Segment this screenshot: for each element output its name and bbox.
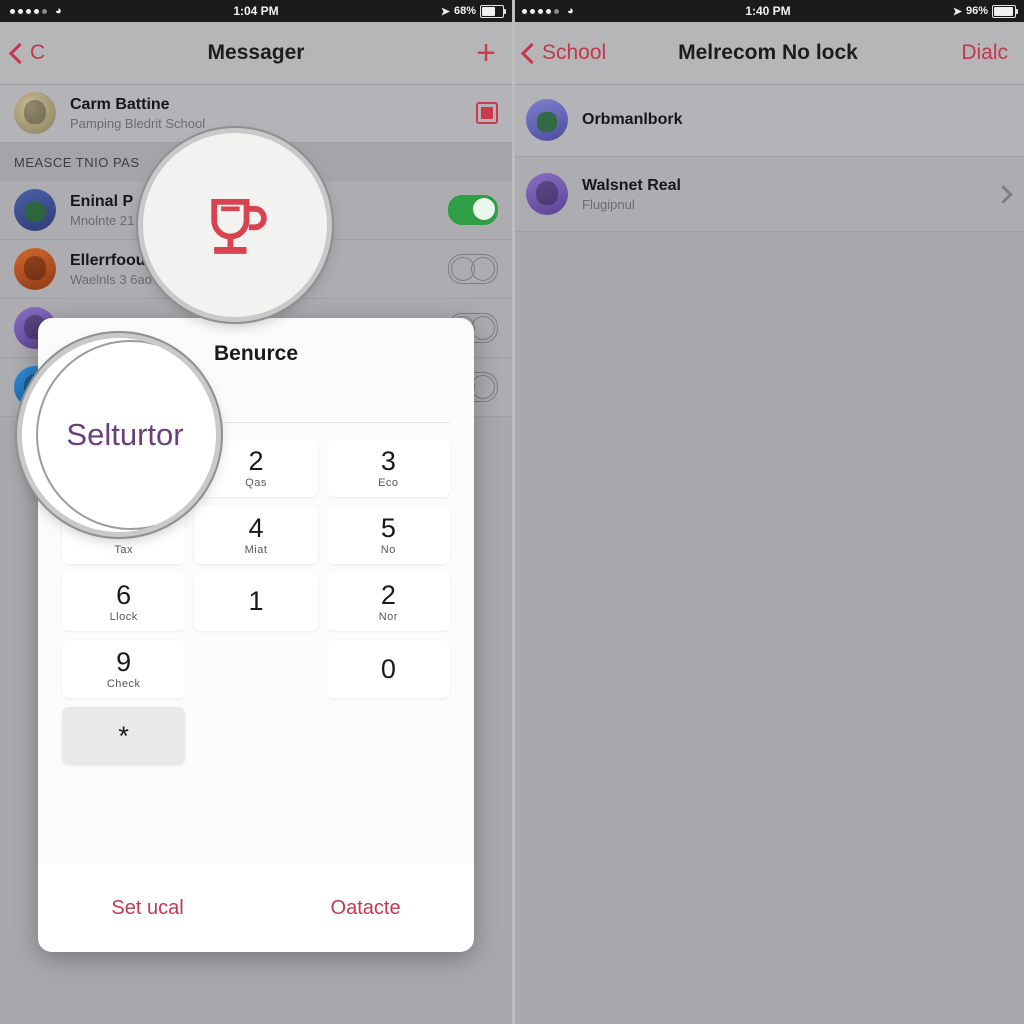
left-nav-bar: C Messager + xyxy=(0,22,512,85)
toggle-switch[interactable] xyxy=(448,254,498,284)
dialog-actions: Set ucal Oatacte xyxy=(38,864,474,952)
back-label: C xyxy=(30,41,46,64)
magnifier-phone-field: Selturtor xyxy=(22,338,216,532)
battery-icon xyxy=(480,4,506,18)
list-item-title: Walsnet Real xyxy=(582,176,681,194)
back-button[interactable]: School xyxy=(512,41,606,65)
key-digit: 6 xyxy=(116,579,132,610)
add-button[interactable]: + xyxy=(476,36,512,70)
avatar xyxy=(14,92,56,134)
status-time: 1:04 PM xyxy=(233,4,279,18)
list-item-title: Orbmanlbork xyxy=(582,111,683,128)
primary-action-button[interactable]: Set ucal xyxy=(111,897,183,920)
avatar xyxy=(526,173,568,215)
magnified-field-text: Selturtor xyxy=(66,417,184,452)
avatar xyxy=(526,99,568,141)
keypad-key-9[interactable]: 2 Nor xyxy=(326,573,450,631)
key-letters: Check xyxy=(106,677,141,690)
avatar xyxy=(14,189,56,231)
left-phone-panel: ◕ 1:04 PM ➤ 68% C Messager + Carm Battin… xyxy=(0,0,512,1024)
key-digit: * xyxy=(118,720,129,751)
secondary-action-button[interactable]: Oatacte xyxy=(331,897,401,920)
key-letters: Tax xyxy=(114,543,133,556)
list-item-text: Carm Battine Pamping Bledrit School xyxy=(70,96,476,131)
list-item-text: Orbmanlbork xyxy=(582,111,1010,129)
list-item[interactable]: Carm Battine Pamping Bledrit School xyxy=(0,84,512,143)
left-status-bar: ◕ 1:04 PM ➤ 68% xyxy=(0,0,512,22)
back-label: School xyxy=(542,41,607,64)
chevron-right-icon xyxy=(994,184,1013,204)
list-item-title: Carm Battine xyxy=(70,95,170,113)
key-digit: 3 xyxy=(380,445,396,476)
right-status-bar: ◕ 1:40 PM ➤ 96% xyxy=(512,0,1024,22)
right-nav-bar: School Melrecom No lock Dialc xyxy=(512,22,1024,85)
plus-icon: + xyxy=(476,34,496,72)
screenshot-stage: ◕ 1:04 PM ➤ 68% C Messager + Carm Battin… xyxy=(0,0,1024,1024)
key-digit: 5 xyxy=(380,512,396,543)
key-digit: 9 xyxy=(116,646,132,677)
key-letters: Miat xyxy=(244,543,268,556)
key-letters: Qas xyxy=(245,476,267,489)
keypad-key-10[interactable]: 9 Check xyxy=(62,640,186,698)
key-letters: Nor xyxy=(378,610,398,623)
avatar xyxy=(14,248,56,290)
keypad-key-star[interactable]: * xyxy=(62,707,186,765)
keypad-key-8[interactable]: 1 xyxy=(194,573,318,631)
right-phone-panel: ◕ 1:40 PM ➤ 96% School Melrecom No lock … xyxy=(512,0,1024,1024)
keypad-key-6[interactable]: 5 No xyxy=(326,506,450,564)
list-item-subtitle: Pamping Bledrit School xyxy=(70,115,206,131)
back-button[interactable]: C xyxy=(0,41,45,65)
list-item[interactable]: Orbmanlbork xyxy=(512,84,1024,157)
status-time: 1:40 PM xyxy=(745,4,791,18)
keypad-key-blank xyxy=(194,640,317,698)
toggle-switch[interactable] xyxy=(448,195,498,225)
key-letters: Llock xyxy=(109,610,138,623)
key-digit: 2 xyxy=(380,579,396,610)
keypad-key-7[interactable]: 6 Llock xyxy=(62,573,186,631)
list-item[interactable]: Walsnet Real Flugipnul xyxy=(512,157,1024,232)
keypad-key-zero[interactable]: 0 xyxy=(326,640,450,698)
key-letters: No xyxy=(380,543,396,556)
key-digit: 1 xyxy=(248,585,264,616)
key-digit: 0 xyxy=(380,653,396,684)
right-list: Orbmanlbork Walsnet Real Flugipnul xyxy=(512,84,1024,232)
keypad-key-5[interactable]: 4 Miat xyxy=(194,506,318,564)
list-item-subtitle: Flugipnul xyxy=(582,196,635,212)
magnifier-cup xyxy=(143,133,327,317)
list-item-text: Walsnet Real Flugipnul xyxy=(582,177,997,212)
key-digit: 4 xyxy=(248,512,264,543)
battery-icon xyxy=(992,4,1018,18)
keypad-key-3[interactable]: 3 Eco xyxy=(326,439,450,497)
cup-icon xyxy=(211,198,267,254)
chevron-left-icon xyxy=(520,42,543,64)
chevron-left-icon xyxy=(8,42,31,64)
key-digit: 2 xyxy=(248,445,264,476)
stop-square-icon[interactable] xyxy=(476,102,498,124)
key-letters: Eco xyxy=(378,476,399,489)
section-label: MEASCE TNIO PAS xyxy=(14,154,140,170)
page-title: Messager xyxy=(207,41,305,64)
dial-button[interactable]: Dialc xyxy=(961,41,1024,65)
